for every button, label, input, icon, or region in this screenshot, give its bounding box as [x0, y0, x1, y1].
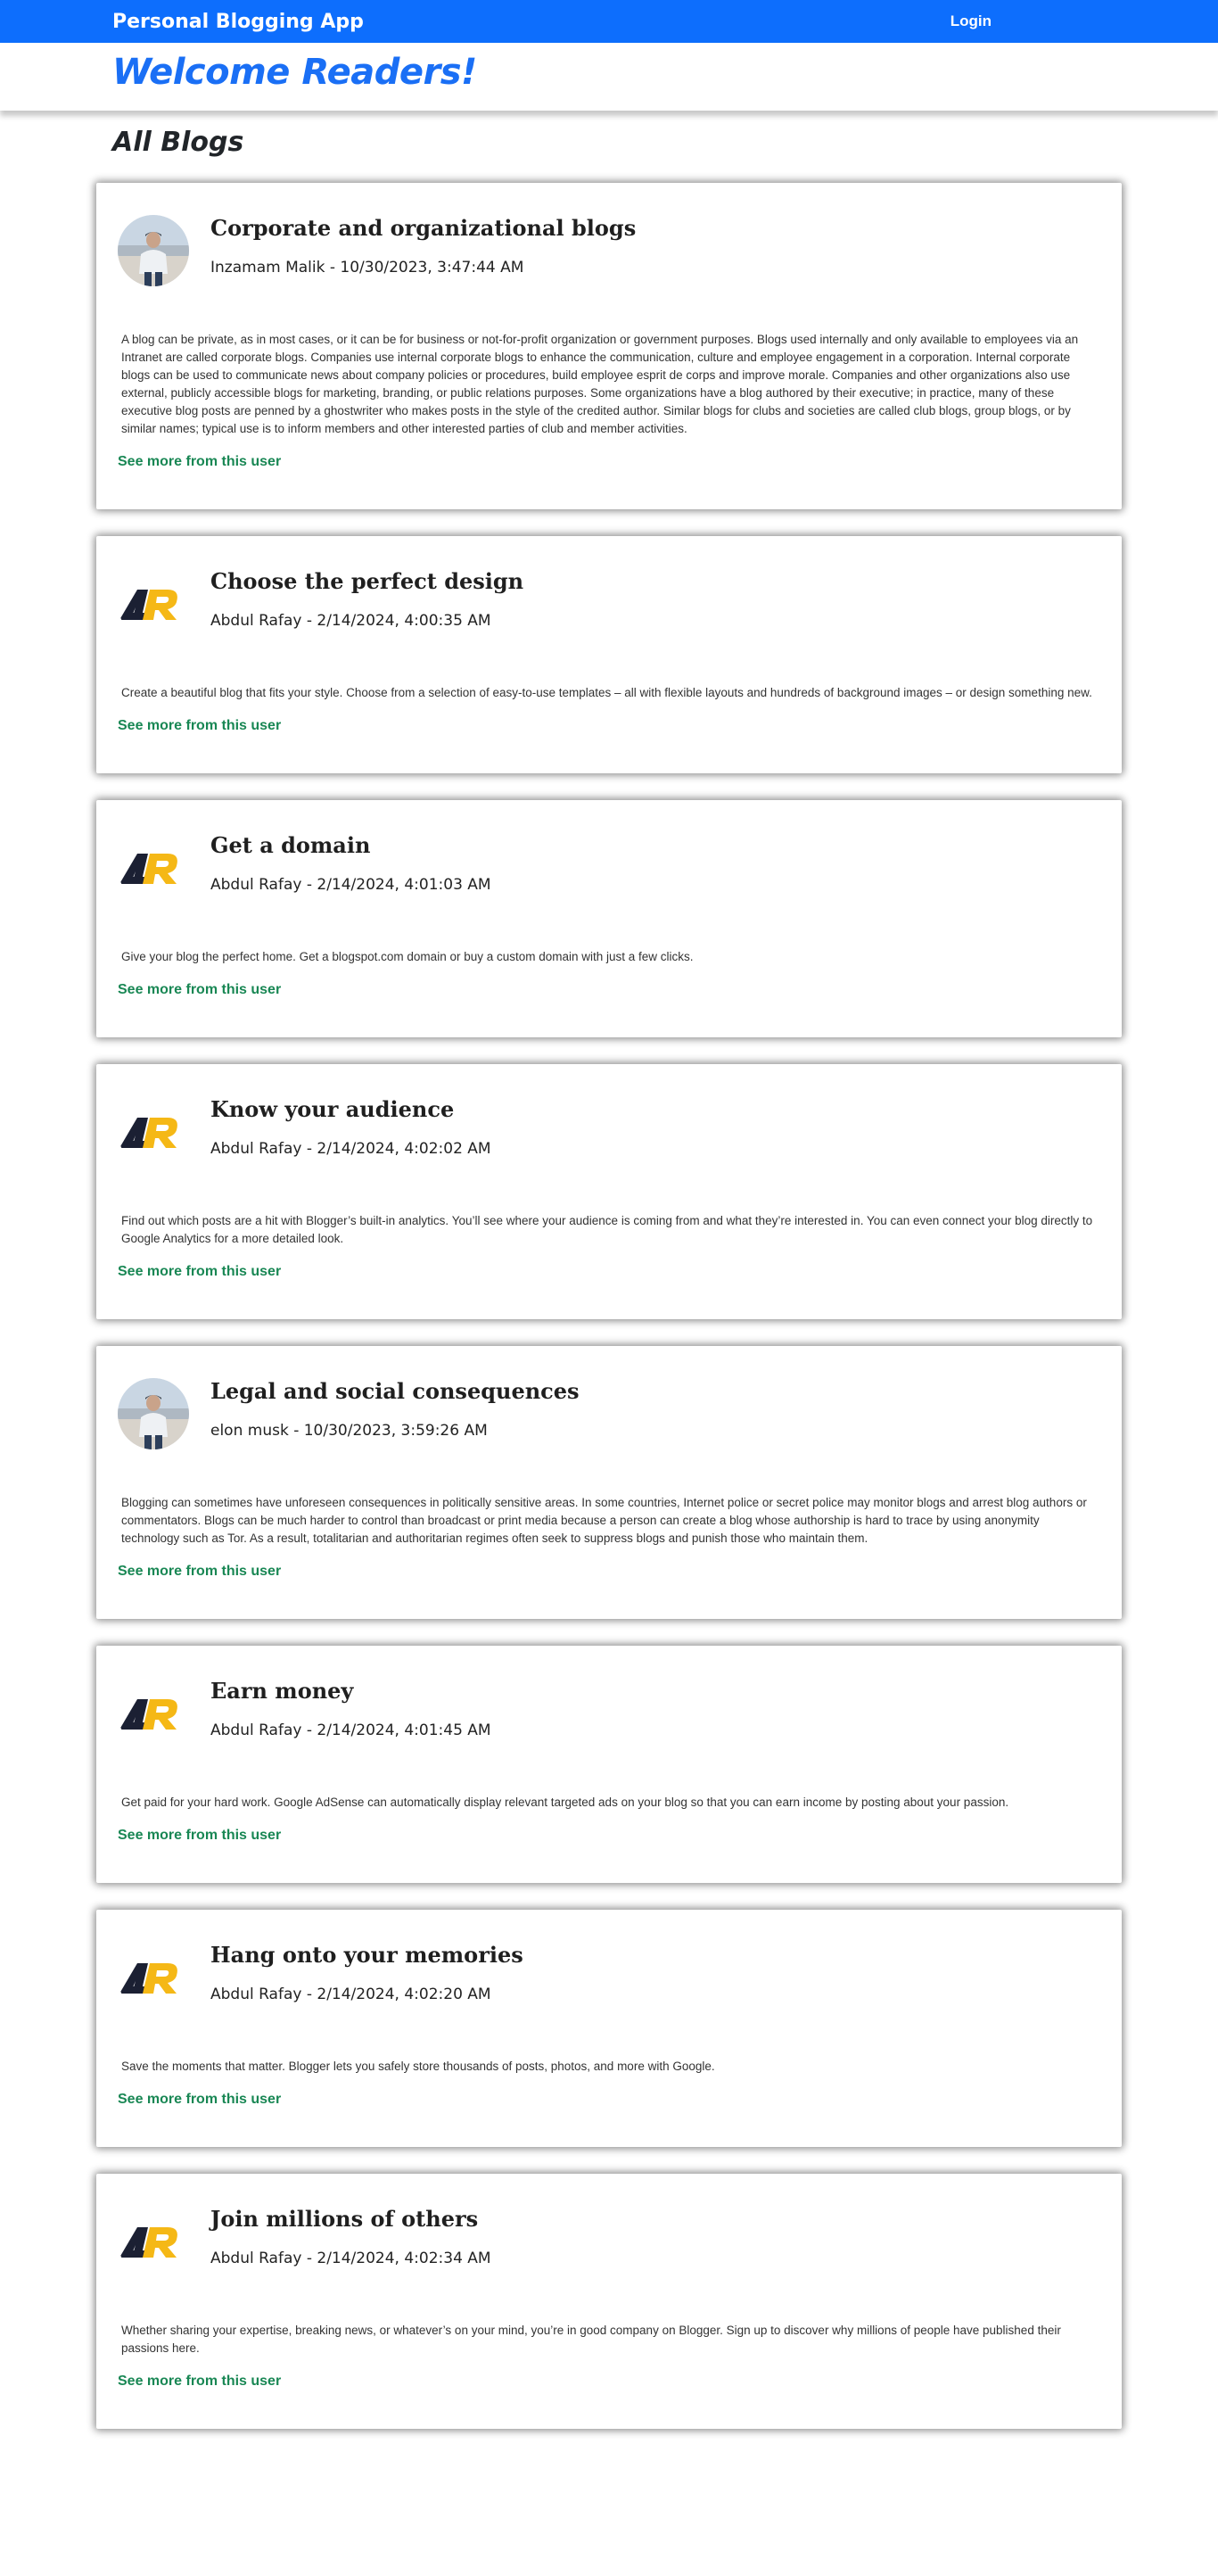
blog-card: Legal and social consequences elon musk -… [96, 1346, 1122, 1619]
blog-card: Join millions of others Abdul Rafay - 2/1… [96, 2174, 1122, 2429]
top-navbar: Personal Blogging App Login [0, 0, 1218, 43]
blog-heading-group: Legal and social consequences elon musk -… [210, 1378, 580, 1440]
blog-card: Get a domain Abdul Rafay - 2/14/2024, 4:0… [96, 800, 1122, 1037]
blog-body-text: Save the moments that matter. Blogger le… [121, 2060, 715, 2073]
blog-body-text: Create a beautiful blog that fits your s… [121, 686, 1092, 699]
blog-card-header: Know your audience Abdul Rafay - 2/14/202… [118, 1096, 1100, 1168]
blog-heading-group: Choose the perfect design Abdul Rafay - 2… [210, 568, 523, 630]
blog-author-date: Abdul Rafay - 2/14/2024, 4:01:03 AM [210, 876, 491, 894]
blog-title: Know your audience [210, 1096, 455, 1122]
blog-card-header: Join millions of others Abdul Rafay - 2/1… [118, 2206, 1100, 2277]
blog-author-date: Abdul Rafay - 2/14/2024, 4:00:35 AM [210, 612, 491, 630]
see-more-from-user-link[interactable]: See more from this user [118, 1264, 281, 1280]
blog-title: Earn money [210, 1678, 354, 1704]
author-logo-avatar [118, 832, 189, 904]
blog-body-text: Blogging can sometimes have unforeseen c… [121, 1496, 1087, 1545]
blog-heading-group: Join millions of others Abdul Rafay - 2/1… [210, 2206, 491, 2267]
blog-heading-group: Earn money Abdul Rafay - 2/14/2024, 4:01:… [210, 1678, 491, 1739]
blog-body-text: Give your blog the perfect home. Get a b… [121, 950, 694, 963]
blog-title: Legal and social consequences [210, 1378, 580, 1404]
blog-list: Corporate and organizational blogs Inzama… [96, 183, 1122, 2429]
blog-card: Know your audience Abdul Rafay - 2/14/202… [96, 1064, 1122, 1319]
blog-title: Get a domain [210, 832, 371, 858]
blog-title: Choose the perfect design [210, 568, 524, 594]
login-link[interactable]: Login [951, 12, 992, 30]
see-more-from-user-link[interactable]: See more from this user [118, 982, 281, 998]
author-photo-avatar [118, 215, 189, 286]
blog-title: Hang onto your memories [210, 1942, 523, 1968]
blog-heading-group: Corporate and organizational blogs Inzama… [210, 215, 636, 277]
blog-body-text: Whether sharing your expertise, breaking… [121, 2324, 1061, 2355]
blog-card-header: Earn money Abdul Rafay - 2/14/2024, 4:01:… [118, 1678, 1100, 1749]
blog-heading-group: Know your audience Abdul Rafay - 2/14/202… [210, 1096, 491, 1158]
see-more-from-user-link[interactable]: See more from this user [118, 1828, 281, 1844]
blog-title: Corporate and organizational blogs [210, 215, 637, 241]
author-logo-avatar [118, 1096, 189, 1168]
author-photo-avatar [118, 1378, 189, 1449]
section-title: All Blogs [112, 127, 244, 158]
blog-body-text: Get paid for your hard work. Google AdSe… [121, 1796, 1009, 1809]
see-more-from-user-link[interactable]: See more from this user [118, 2374, 281, 2390]
blog-author-date: elon musk - 10/30/2023, 3:59:26 AM [210, 1422, 488, 1440]
blog-card: Earn money Abdul Rafay - 2/14/2024, 4:01:… [96, 1646, 1122, 1883]
blog-list-section: All Blogs Corporate and organizational b… [96, 111, 1122, 2473]
author-logo-avatar [118, 2206, 189, 2277]
blog-body-text: Find out which posts are a hit with Blog… [121, 1214, 1093, 1245]
blog-author-date: Abdul Rafay - 2/14/2024, 4:02:20 AM [210, 1986, 491, 2003]
blog-author-date: Abdul Rafay - 2/14/2024, 4:01:45 AM [210, 1721, 491, 1739]
see-more-from-user-link[interactable]: See more from this user [118, 454, 281, 470]
blog-author-date: Inzamam Malik - 10/30/2023, 3:47:44 AM [210, 259, 524, 277]
see-more-from-user-link[interactable]: See more from this user [118, 1564, 281, 1580]
blog-title: Join millions of others [210, 2206, 479, 2232]
app-brand-link[interactable]: Personal Blogging App [107, 11, 364, 33]
blog-card-header: Legal and social consequences elon musk -… [118, 1378, 1100, 1449]
blog-heading-group: Get a domain Abdul Rafay - 2/14/2024, 4:0… [210, 832, 491, 894]
blog-card: Hang onto your memories Abdul Rafay - 2/1… [96, 1910, 1122, 2147]
see-more-from-user-link[interactable]: See more from this user [118, 718, 281, 734]
blog-card: Corporate and organizational blogs Inzama… [96, 183, 1122, 509]
author-logo-avatar [118, 568, 189, 640]
author-logo-avatar [118, 1678, 189, 1749]
see-more-from-user-link[interactable]: See more from this user [118, 2092, 281, 2108]
blog-author-date: Abdul Rafay - 2/14/2024, 4:02:34 AM [210, 2250, 491, 2267]
blog-card-header: Get a domain Abdul Rafay - 2/14/2024, 4:0… [118, 832, 1100, 904]
blog-body-text: A blog can be private, as in most cases,… [121, 333, 1079, 435]
blog-card-header: Choose the perfect design Abdul Rafay - 2… [118, 568, 1100, 640]
blog-card-header: Corporate and organizational blogs Inzama… [118, 215, 1100, 286]
welcome-heading: Welcome Readers! [112, 52, 477, 93]
blog-card-header: Hang onto your memories Abdul Rafay - 2/1… [118, 1942, 1100, 2013]
blog-author-date: Abdul Rafay - 2/14/2024, 4:02:02 AM [210, 1140, 491, 1158]
blog-heading-group: Hang onto your memories Abdul Rafay - 2/1… [210, 1942, 523, 2003]
blog-card: Choose the perfect design Abdul Rafay - 2… [96, 536, 1122, 773]
author-logo-avatar [118, 1942, 189, 2013]
welcome-banner: Welcome Readers! [0, 43, 1218, 111]
